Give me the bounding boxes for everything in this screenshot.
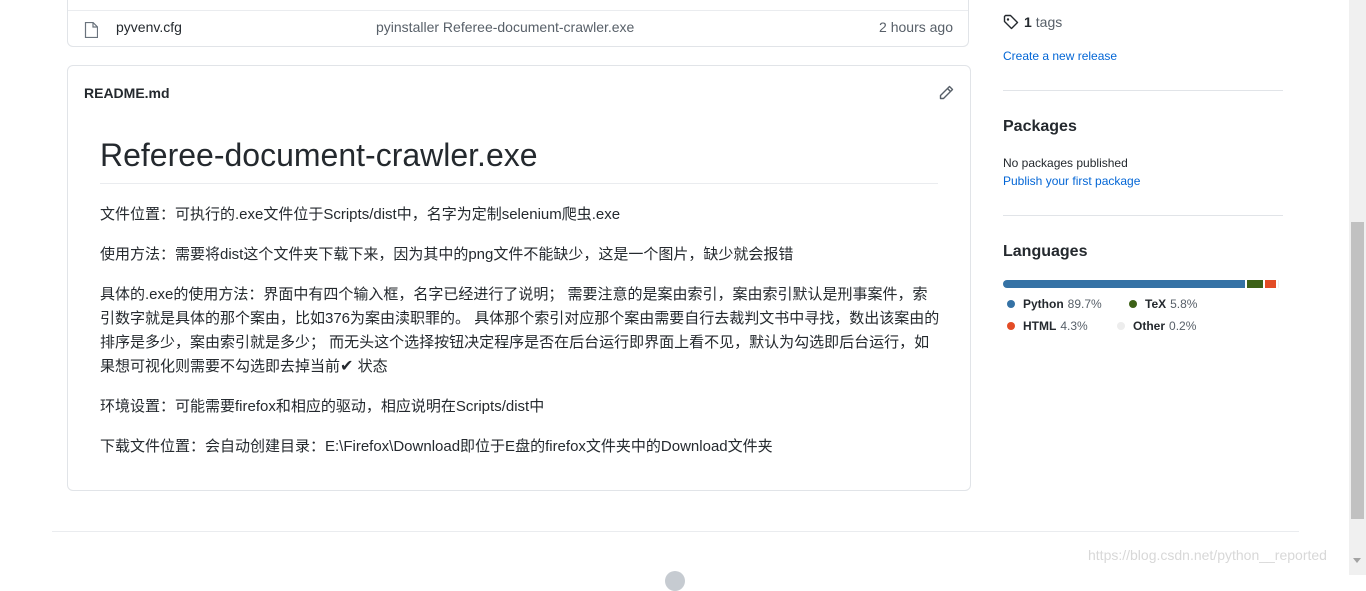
publish-package-link[interactable]: Publish your first package — [1003, 174, 1140, 188]
language-dot — [1117, 322, 1125, 330]
readme-box: README.md Referee-document-crawler.exe 文… — [67, 65, 971, 491]
languages-bar — [1003, 280, 1281, 288]
readme-paragraph: 使用方法：需要将dist这个文件夹下载下来，因为其中的png文件不能缺少，这是一… — [100, 246, 794, 263]
language-other[interactable]: Other 0.2% — [1117, 319, 1196, 333]
packages-title: Packages — [1003, 118, 1077, 135]
readme-paragraph: 下载文件位置：会自动创建目录：E:\Firefox\Download即位于E盘的… — [100, 438, 773, 455]
pencil-icon[interactable] — [938, 85, 954, 101]
github-logo-icon[interactable] — [665, 571, 685, 591]
language-percent: 89.7% — [1067, 297, 1102, 311]
vertical-scrollbar[interactable] — [1349, 0, 1366, 575]
language-name: TeX — [1145, 297, 1167, 311]
commit-message-link[interactable]: pyinstaller Referee-document-crawler.exe — [376, 19, 634, 35]
footer-divider — [52, 531, 1299, 532]
file-name-link[interactable]: pyvenv.cfg — [116, 19, 182, 35]
commit-time: 2 hours ago — [879, 19, 953, 35]
readme-paragraph-suffix: 状态 — [353, 358, 388, 375]
readme-content: 文件位置：可执行的.exe文件位于Scripts/dist中，名字为定制sele… — [100, 203, 940, 475]
watermark-text: https://blog.csdn.net/python__reported — [1088, 547, 1327, 563]
tags-label: tags — [1035, 14, 1063, 30]
language-percent: 0.2% — [1169, 319, 1197, 333]
language-dot — [1129, 300, 1137, 308]
readme-paragraph-text: 具体的.exe的使用方法：界面中有四个输入框，名字已经进行了说明； 需要注意的是… — [100, 286, 940, 375]
language-bar-segment — [1278, 280, 1279, 288]
language-percent: 4.3% — [1060, 319, 1088, 333]
language-name: HTML — [1023, 319, 1057, 333]
checkmark-icon: ✔ — [340, 358, 354, 375]
language-name: Other — [1133, 319, 1166, 333]
no-packages-text: No packages published — [1003, 156, 1128, 170]
create-release-link[interactable]: Create a new release — [1003, 49, 1117, 63]
language-dot — [1007, 300, 1015, 308]
readme-heading: Referee-document-crawler.exe — [100, 136, 938, 185]
readme-paragraph: 环境设置：可能需要firefox和相应的驱动，相应说明在Scripts/dist… — [100, 398, 545, 415]
language-dot — [1007, 322, 1015, 330]
tag-icon — [1003, 14, 1019, 30]
language-bar-segment — [1264, 280, 1277, 288]
languages-title: Languages — [1003, 243, 1088, 260]
scrollbar-thumb[interactable] — [1351, 222, 1364, 519]
file-list: pyvenv.cfg pyinstaller Referee-document-… — [67, 0, 969, 47]
file-icon — [84, 22, 98, 38]
sidebar-divider — [1003, 215, 1283, 216]
readme-filename: README.md — [84, 85, 170, 101]
scroll-down-arrow-icon[interactable] — [1353, 558, 1361, 563]
language-name: Python — [1023, 297, 1064, 311]
sidebar-divider — [1003, 90, 1283, 91]
file-row[interactable]: pyvenv.cfg pyinstaller Referee-document-… — [68, 11, 968, 47]
language-bar-segment — [1003, 280, 1246, 288]
readme-paragraph: 文件位置：可执行的.exe文件位于Scripts/dist中，名字为定制sele… — [100, 206, 621, 223]
language-bar-segment — [1247, 280, 1263, 288]
language-python[interactable]: Python 89.7% — [1007, 297, 1102, 311]
language-percent: 5.8% — [1170, 297, 1198, 311]
readme-paragraph: 具体的.exe的使用方法：界面中有四个输入框，名字已经进行了说明； 需要注意的是… — [100, 283, 940, 379]
tags-count: 1 — [1024, 14, 1032, 30]
tags-link[interactable]: 1 tags — [1003, 14, 1062, 30]
language-html[interactable]: HTML 4.3% — [1007, 319, 1088, 333]
language-tex[interactable]: TeX 5.8% — [1129, 297, 1197, 311]
